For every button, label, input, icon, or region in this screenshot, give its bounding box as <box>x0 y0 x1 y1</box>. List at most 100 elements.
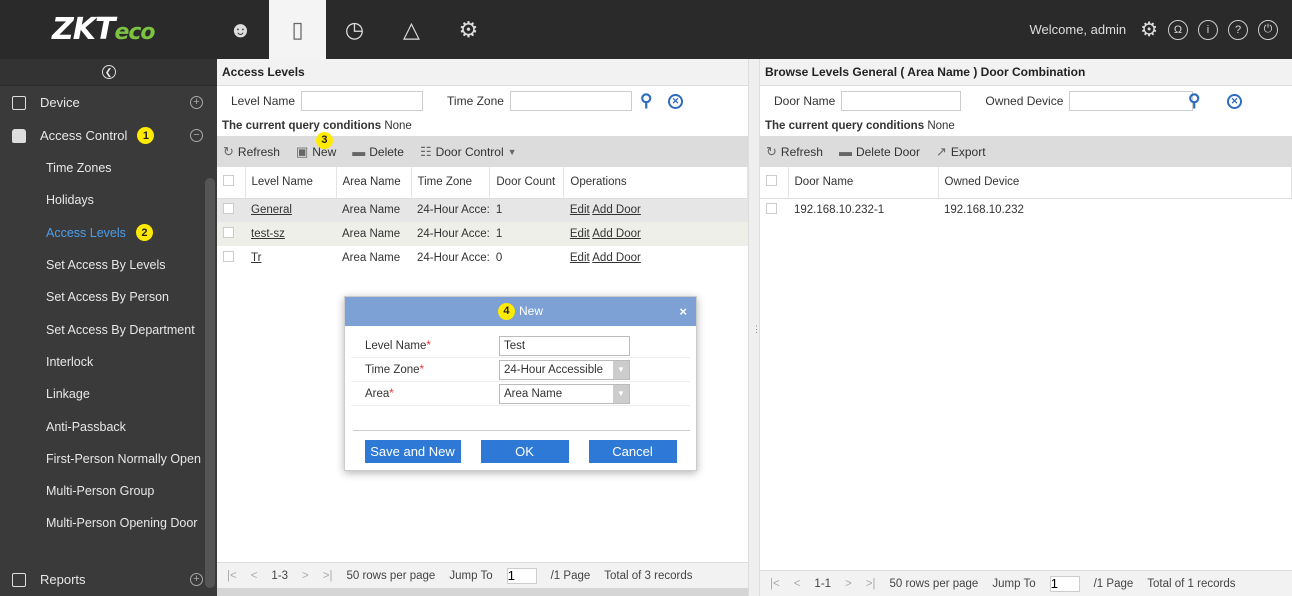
prev-page-icon[interactable]: < <box>251 570 258 582</box>
personnel-module-icon[interactable]: ☻ <box>212 0 269 59</box>
page-jump-input[interactable] <box>1049 575 1080 592</box>
query-row: Level Name Time Zone ⚲ ✕ <box>217 86 748 116</box>
sidebar-item[interactable]: Set Access By Levels <box>0 249 217 281</box>
sidebar-item[interactable]: Anti-Passback <box>0 410 217 442</box>
delete-button[interactable]: ▬ Delete <box>352 144 404 159</box>
door-control-button[interactable]: ☷ Door Control ▼ <box>420 144 517 160</box>
sidebar-item[interactable]: Set Access By Person <box>0 281 217 313</box>
add-door-link[interactable]: Add Door <box>592 204 641 216</box>
sidebar-item[interactable]: Holidays <box>0 184 217 216</box>
sidebar-item[interactable]: Linkage <box>0 378 217 410</box>
access-module-icon[interactable]: ▯ <box>269 0 326 59</box>
sidebar-item[interactable]: Multi-Person Opening Door <box>0 507 217 539</box>
sidebar-group-device[interactable]: Device + <box>0 86 217 119</box>
query-row: Door Name Owned Device ⚲ ✕ <box>760 86 1292 116</box>
level-name-link[interactable]: test-sz <box>251 228 285 240</box>
horizontal-scrollbar[interactable] <box>217 588 748 596</box>
user-circle-icon[interactable]: Ω <box>1168 19 1188 40</box>
prev-page-icon[interactable]: < <box>794 578 801 590</box>
gear-icon[interactable]: ⚙ <box>1140 17 1158 42</box>
level-name-input[interactable] <box>301 91 424 111</box>
table-row[interactable]: test-sz Area Name 24-Hour Acce: 1 Edit Add D… <box>217 222 748 246</box>
column-header[interactable]: Level Name <box>245 167 337 199</box>
help-icon[interactable]: ? <box>1228 19 1248 40</box>
owned-device-input[interactable] <box>1069 91 1194 111</box>
next-page-icon[interactable]: > <box>302 570 309 582</box>
export-button[interactable]: ↗ Export <box>936 144 986 160</box>
time-zone-input[interactable] <box>509 91 632 111</box>
add-door-link[interactable]: Add Door <box>592 252 641 264</box>
row-checkbox[interactable] <box>217 198 245 222</box>
time-zone-select[interactable]: 24-Hour Accessible ▼ <box>499 359 630 380</box>
sidebar-item[interactable]: Multi-Person Group <box>0 475 217 507</box>
form-row-time-zone: Time Zone* 24-Hour Accessible ▼ <box>351 358 690 382</box>
area-select[interactable]: Area Name ▼ <box>499 383 630 404</box>
sidebar-group-reports[interactable]: Reports + <box>0 563 217 596</box>
row-checkbox[interactable] <box>217 246 245 270</box>
column-header[interactable]: Operations <box>563 167 748 199</box>
power-icon[interactable]: ⏻ <box>1258 19 1278 40</box>
level-name-link[interactable]: Tr <box>251 252 261 264</box>
system-module-icon[interactable]: ⚙ <box>440 0 497 59</box>
sidebar-item[interactable]: First-Person Normally Open <box>0 443 217 475</box>
refresh-button[interactable]: ↻ Refresh <box>223 144 280 160</box>
clear-icon[interactable]: ✕ <box>668 93 683 109</box>
sidebar-item[interactable]: Set Access By Department <box>0 313 217 345</box>
select-all-checkbox[interactable] <box>217 167 246 199</box>
clear-icon[interactable]: ✕ <box>1227 93 1242 109</box>
column-header[interactable]: Door Name <box>788 167 939 199</box>
row-checkbox[interactable] <box>217 222 245 246</box>
expand-icon[interactable]: + <box>190 573 203 586</box>
sidebar-item[interactable]: Time Zones <box>0 152 217 184</box>
column-header[interactable]: Door Count <box>489 167 565 199</box>
search-icon[interactable]: ⚲ <box>640 91 652 111</box>
column-header[interactable]: Time Zone <box>411 167 491 199</box>
column-header[interactable]: Owned Device <box>938 167 1292 199</box>
info-icon[interactable]: i <box>1198 19 1218 40</box>
cancel-button[interactable]: Cancel <box>588 440 677 463</box>
select-all-checkbox[interactable] <box>760 167 789 199</box>
level-name-link[interactable]: General <box>251 204 292 216</box>
sidebar-group-access-control[interactable]: Access Control 1 − <box>0 119 217 152</box>
panel-splitter[interactable]: ⋮ <box>748 59 761 596</box>
table-row[interactable]: 192.168.10.232-1 192.168.10.232 <box>760 198 1292 222</box>
level-name-field[interactable]: Test <box>499 335 630 356</box>
rows-per-page-select[interactable]: 50 rows per page <box>889 578 978 590</box>
expand-icon[interactable]: + <box>190 96 203 109</box>
new-button[interactable]: ▣ New 3 <box>296 131 336 160</box>
close-icon[interactable]: × <box>679 297 687 326</box>
sidebar-item[interactable]: Interlock <box>0 346 217 378</box>
ok-button[interactable]: OK <box>480 440 569 463</box>
table-row[interactable]: Tr Area Name 24-Hour Acce: 0 Edit Add Door <box>217 246 748 270</box>
query-conditions: The current query conditions None <box>765 120 955 132</box>
first-page-icon[interactable]: |< <box>227 570 237 582</box>
attendance-module-icon[interactable]: ◷ <box>326 0 383 59</box>
row-checkbox[interactable] <box>760 198 788 222</box>
page-jump-input[interactable] <box>506 567 537 584</box>
edit-link[interactable]: Edit <box>570 252 590 264</box>
video-module-icon[interactable]: △ <box>383 0 440 59</box>
level-name-label: Level Name <box>231 94 296 108</box>
refresh-button[interactable]: ↻ Refresh <box>766 144 823 160</box>
table-row[interactable]: General Area Name 24-Hour Acce: 1 Edit Add D… <box>217 198 748 222</box>
jump-to-label: Jump To <box>992 577 1036 590</box>
sidebar-scrollbar[interactable] <box>205 178 215 588</box>
chevron-left-icon[interactable]: ❮ <box>101 65 116 79</box>
next-page-icon[interactable]: > <box>845 578 852 590</box>
search-icon[interactable]: ⚲ <box>1188 91 1200 111</box>
sidebar-collapse[interactable]: ❮ <box>0 59 217 86</box>
edit-link[interactable]: Edit <box>570 204 590 216</box>
door-count-cell: 1 <box>495 228 503 240</box>
last-page-icon[interactable]: >| <box>866 578 876 590</box>
edit-link[interactable]: Edit <box>570 228 590 240</box>
sidebar-item[interactable]: Access Levels 2 <box>0 217 217 249</box>
rows-per-page-select[interactable]: 50 rows per page <box>346 570 435 582</box>
delete-door-button[interactable]: ▬ Delete Door <box>839 144 920 159</box>
first-page-icon[interactable]: |< <box>770 578 780 590</box>
save-and-new-button[interactable]: Save and New <box>364 440 461 463</box>
collapse-icon[interactable]: − <box>190 129 203 142</box>
column-header[interactable]: Area Name <box>336 167 412 199</box>
add-door-link[interactable]: Add Door <box>592 228 641 240</box>
last-page-icon[interactable]: >| <box>323 570 333 582</box>
door-name-input[interactable] <box>841 91 962 111</box>
